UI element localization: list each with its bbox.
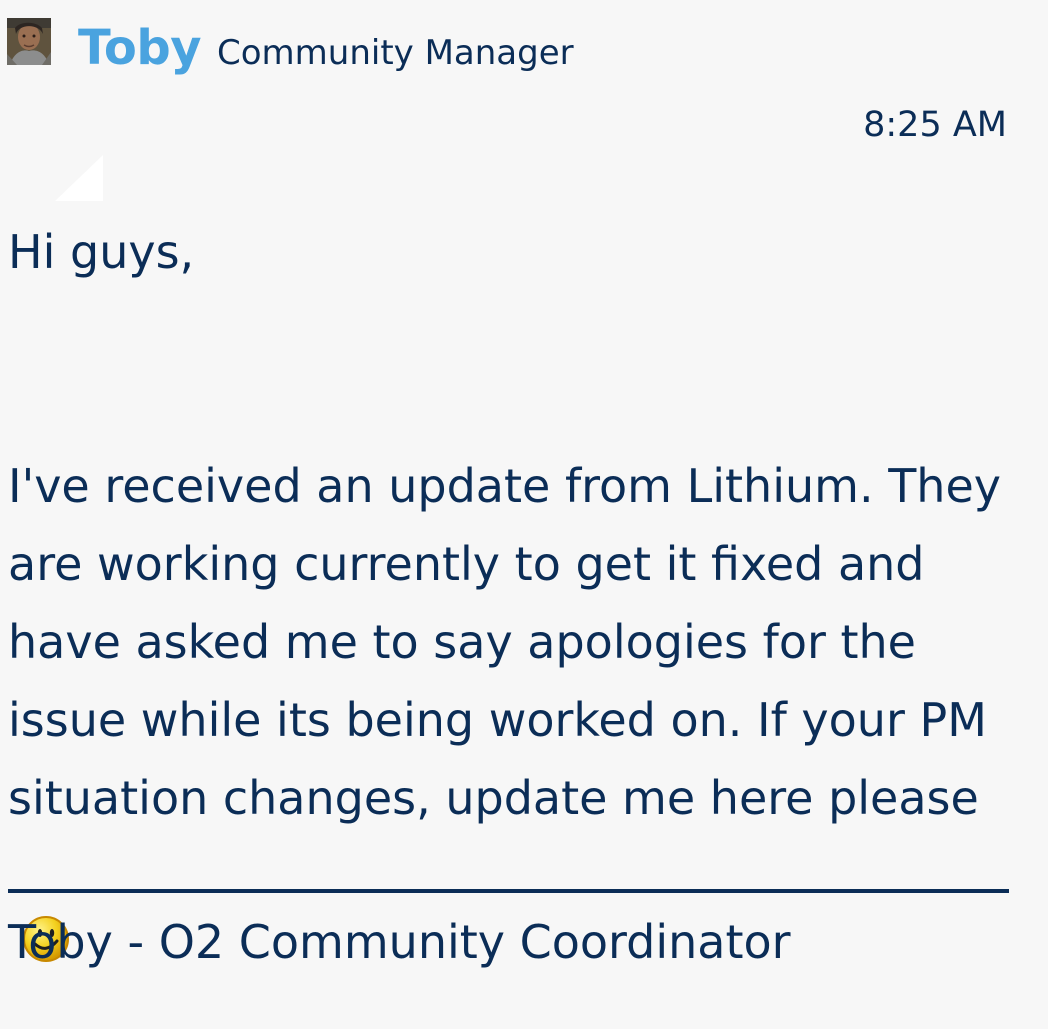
post-time: 8:25 AM — [863, 105, 1007, 145]
message-bubble-notch — [55, 155, 103, 201]
signature-divider — [8, 889, 1009, 893]
message-body-text: I've received an update from Lithium. Th… — [8, 459, 1001, 825]
smiley-icon — [22, 837, 70, 962]
author-rank: Community Manager — [217, 33, 574, 73]
message-greeting: Hi guys, — [8, 225, 195, 279]
avatar[interactable] — [7, 18, 51, 65]
signature: Toby - O2 Community Coordinator — [8, 915, 791, 969]
author-name-link[interactable]: Toby — [78, 18, 202, 78]
post-header: Toby Community Manager 8:25 AM — [0, 0, 1048, 201]
